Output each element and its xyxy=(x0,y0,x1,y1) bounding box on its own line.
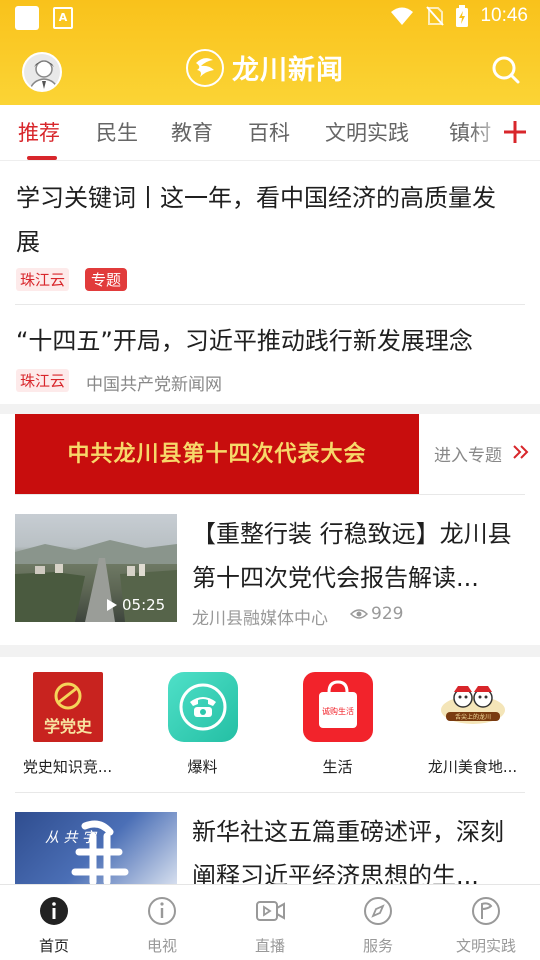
nav-live[interactable]: 直播 xyxy=(216,895,324,956)
article-title[interactable]: “十四五”开局，习近平推动践行新发展理念 xyxy=(16,319,516,363)
section-gap xyxy=(0,404,540,414)
tv-info-icon xyxy=(148,897,176,925)
nav-tv[interactable]: 电视 xyxy=(108,895,216,956)
service-label: 生活 xyxy=(322,758,353,776)
publisher-name: 龙川县融媒体中心 xyxy=(192,609,328,629)
divider xyxy=(15,494,525,495)
publisher-name: 中国共产党新闻网 xyxy=(86,375,222,395)
video-title[interactable]: 【重整行装 行稳致远】龙川县第十四次党代会报告解读... xyxy=(192,512,527,600)
no-sim-icon xyxy=(426,6,445,26)
source-tag: 珠江云 xyxy=(16,268,70,291)
tab-recommend[interactable]: 推荐 xyxy=(18,117,60,147)
topic-badge: 专题 xyxy=(85,268,128,291)
section-gap xyxy=(0,645,540,657)
food-mascot-icon: 舌尖上的龙川 xyxy=(437,672,508,742)
tab-civilization-practice[interactable]: 文明实践 xyxy=(325,117,409,147)
search-icon xyxy=(492,56,520,84)
party-history-icon: 学党史 xyxy=(32,672,103,742)
divider xyxy=(15,792,525,793)
service-label: 爆料 xyxy=(187,758,218,776)
wifi-icon xyxy=(391,7,414,25)
eye-icon xyxy=(350,609,368,619)
flag-circle-icon xyxy=(472,897,500,925)
tab-encyclopedia[interactable]: 百科 xyxy=(248,117,290,147)
service-longchuan-food-map[interactable]: 舌尖上的龙川 龙川美食地... xyxy=(405,672,540,777)
service-party-history-quiz[interactable]: 学党史 党史知识竞... xyxy=(0,672,135,777)
svg-text:舌尖上的龙川: 舌尖上的龙川 xyxy=(454,713,490,721)
status-bar: A 10:46 xyxy=(0,0,540,36)
svg-text:诚购生活: 诚购生活 xyxy=(322,706,354,716)
home-info-icon xyxy=(40,897,68,925)
enter-topic-link[interactable]: 进入专题 xyxy=(434,441,502,466)
shopping-bag-icon: 诚购生活 xyxy=(302,672,373,742)
add-channel-button[interactable] xyxy=(500,117,530,147)
search-button[interactable] xyxy=(490,54,522,86)
avatar[interactable] xyxy=(22,52,62,92)
view-count: 929 xyxy=(371,604,404,624)
top-header: A 10:46 龙川新闻 xyxy=(0,0,540,105)
nav-label: 首页 xyxy=(38,937,69,955)
svg-text:学党史: 学党史 xyxy=(43,717,92,736)
double-chevron-right-icon xyxy=(513,445,529,459)
video-duration: 05:25 xyxy=(122,596,166,614)
plus-icon xyxy=(504,121,526,143)
battery-icon xyxy=(456,5,469,27)
nav-services[interactable]: 服务 xyxy=(324,895,432,956)
app-notification-icon: A xyxy=(53,7,73,29)
active-tab-indicator xyxy=(27,156,57,160)
service-life[interactable]: 诚购生活 生活 xyxy=(270,672,405,777)
source-tag: 珠江云 xyxy=(16,369,70,392)
app-title: 龙川新闻 xyxy=(232,55,344,86)
article-thumbnail[interactable]: 从 共 字 xyxy=(15,812,177,892)
service-label: 党史知识竞... xyxy=(22,758,113,776)
compass-icon xyxy=(364,897,392,925)
nav-label: 文明实践 xyxy=(455,937,516,955)
nav-label: 直播 xyxy=(254,937,285,955)
tab-livelihood[interactable]: 民生 xyxy=(96,117,138,147)
tab-education[interactable]: 教育 xyxy=(171,117,213,147)
app-logo: 龙川新闻 xyxy=(186,48,344,87)
nav-civilization-practice[interactable]: 文明实践 xyxy=(432,895,540,956)
calligraphy-image: 从 共 字 xyxy=(45,820,129,886)
play-icon xyxy=(107,599,117,611)
bottom-navigation: 首页 电视 直播 服务 文明实践 xyxy=(0,884,540,960)
live-video-icon xyxy=(256,901,285,921)
nav-label: 服务 xyxy=(362,937,393,955)
user-avatar-icon xyxy=(24,54,60,90)
status-time: 10:46 xyxy=(480,5,528,26)
service-tip-off[interactable]: 爆料 xyxy=(135,672,270,777)
article-title[interactable]: 学习关键词丨这一年，看中国经济的高质量发展 xyxy=(16,176,516,264)
logo-mark-icon xyxy=(186,48,224,87)
nav-home[interactable]: 首页 xyxy=(0,895,108,956)
service-label: 龙川美食地... xyxy=(427,758,518,776)
topic-banner[interactable]: 中共龙川县第十四次代表大会 xyxy=(15,414,419,494)
category-tabs: 推荐 民生 教育 百科 文明实践 镇村 xyxy=(0,105,540,161)
divider xyxy=(15,304,525,305)
nav-label: 电视 xyxy=(146,937,177,955)
phone-icon xyxy=(167,672,238,742)
notification-square-icon xyxy=(15,6,39,30)
app-bar: 龙川新闻 xyxy=(0,40,540,102)
